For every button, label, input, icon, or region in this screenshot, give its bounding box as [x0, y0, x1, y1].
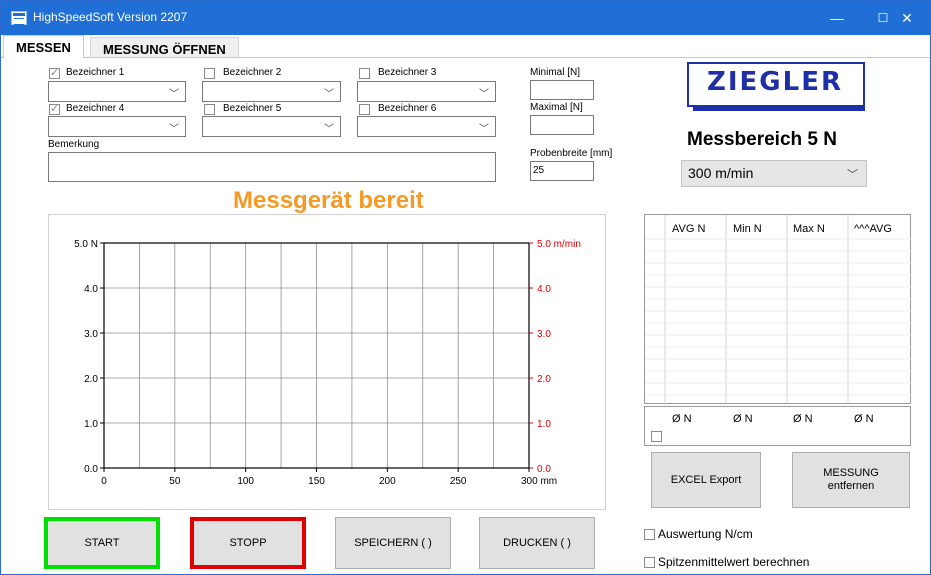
col-header-avg: AVG N — [672, 223, 706, 235]
designator-1-label: Bezeichner 1 — [66, 67, 125, 78]
x-tick-label: 200 — [379, 476, 396, 487]
remark-input[interactable] — [48, 152, 496, 182]
designator-1-checkbox[interactable] — [49, 66, 60, 79]
chevron-down-icon: ﹀ — [847, 169, 858, 181]
designator-3-label: Bezeichner 3 — [378, 67, 437, 78]
remove-measurement-button[interactable]: MESSUNG entfernen — [792, 452, 910, 508]
save-button[interactable]: SPEICHERN ( ) — [335, 517, 451, 569]
average-row: Ø N Ø N Ø N Ø N — [644, 406, 911, 446]
designator-1-select[interactable]: ﹀ — [48, 81, 186, 102]
y-right-tick-label: 5.0 m/min — [537, 239, 581, 250]
window-title: HighSpeedSoft Version 2207 — [33, 10, 188, 24]
designator-5-select[interactable]: ﹀ — [202, 116, 341, 137]
chevron-down-icon: ﹀ — [324, 89, 334, 100]
remove-measurement-line1: MESSUNG — [823, 467, 879, 479]
results-grid — [645, 215, 912, 405]
y-left-tick-label: 5.0 N — [74, 239, 98, 250]
avg-cell-3: Ø N — [793, 413, 813, 425]
avg-cell-1: Ø N — [672, 413, 692, 425]
avg-cell-4: Ø N — [854, 413, 874, 425]
peak-average-checkbox[interactable] — [644, 557, 655, 568]
average-row-checkbox[interactable] — [651, 431, 662, 442]
x-tick-label: 100 — [237, 476, 254, 487]
option-peak-average[interactable]: Spitzenmittelwert berechnen — [644, 555, 809, 569]
y-left-tick-label: 4.0 — [84, 284, 98, 295]
speed-select[interactable]: 300 m/min ﹀ — [681, 160, 867, 187]
chevron-down-icon: ﹀ — [479, 124, 489, 135]
logo-underline — [693, 106, 865, 111]
x-tick-label: 150 — [308, 476, 325, 487]
ziegler-logo: ZIEGLER — [687, 62, 865, 111]
peak-average-label: Spitzenmittelwert berechnen — [658, 555, 810, 569]
designator-2-checkbox[interactable] — [204, 68, 215, 79]
evaluation-label: Auswertung N/cm — [658, 527, 753, 541]
remove-measurement-line2: entfernen — [827, 480, 875, 492]
y-right-tick-label: 2.0 — [537, 374, 551, 385]
chevron-down-icon: ﹀ — [479, 89, 489, 100]
sample-width-label: Probenbreite [mm] — [530, 148, 613, 159]
sample-width-input[interactable]: 25 — [530, 161, 594, 181]
logo-text: ZIEGLER — [707, 67, 843, 97]
y-right-tick-label: 3.0 — [537, 329, 551, 340]
designator-4-checkbox[interactable] — [49, 102, 60, 115]
y-left-tick-label: 1.0 — [84, 419, 98, 430]
designator-2-label: Bezeichner 2 — [223, 67, 282, 78]
chevron-down-icon: ﹀ — [169, 124, 179, 135]
maximal-label: Maximal [N] — [530, 102, 583, 113]
start-button[interactable]: START — [44, 517, 160, 569]
tab-messung-oeffnen[interactable]: MESSUNG ÖFFNEN — [90, 37, 239, 58]
option-evaluation-n-per-cm[interactable]: Auswertung N/cm — [644, 527, 753, 541]
x-tick-label: 0 — [101, 476, 107, 487]
x-tick-label: 300 mm — [521, 476, 557, 487]
minimal-label: Minimal [N] — [530, 67, 581, 78]
designator-6-select[interactable]: ﹀ — [357, 116, 496, 137]
force-chart: 0.0 1.0 2.0 3.0 4.0 5.0 N 0.0 1.0 2.0 3.0 4.0 5.0 m… — [48, 214, 606, 510]
device-status: Messgerät bereit — [233, 187, 424, 214]
remark-label: Bemerkung — [48, 139, 100, 150]
x-tick-label: 50 — [169, 476, 181, 487]
avg-cell-2: Ø N — [733, 413, 753, 425]
chart-svg: 0.0 1.0 2.0 3.0 4.0 5.0 N 0.0 1.0 2.0 3.0 4.0 5.0 m… — [74, 239, 581, 487]
speed-select-value: 300 m/min — [688, 165, 754, 181]
tab-divider — [1, 57, 930, 58]
y-left-tick-label: 2.0 — [84, 374, 98, 385]
designator-4-label: Bezeichner 4 — [66, 103, 125, 114]
maximal-input[interactable] — [530, 115, 594, 135]
y-right-tick-label: 0.0 — [537, 464, 551, 475]
designator-2-select[interactable]: ﹀ — [202, 81, 341, 102]
evaluation-checkbox[interactable] — [644, 529, 655, 540]
title-bar[interactable]: HighSpeedSoft Version 2207 — ☐ ✕ — [1, 1, 930, 35]
y-left-tick-label: 3.0 — [84, 329, 98, 340]
y-right-tick-label: 4.0 — [537, 284, 551, 295]
stop-button[interactable]: STOPP — [190, 517, 306, 569]
col-header-min: Min N — [733, 223, 762, 235]
excel-export-button[interactable]: EXCEL Export — [651, 452, 761, 508]
designator-4-select[interactable]: ﹀ — [48, 116, 186, 137]
chevron-down-icon: ﹀ — [169, 89, 179, 100]
y-right-tick-label: 1.0 — [537, 419, 551, 430]
app-window: HighSpeedSoft Version 2207 — ☐ ✕ MESSEN … — [0, 0, 931, 575]
designator-5-checkbox[interactable] — [204, 104, 215, 115]
results-table[interactable]: AVG N Min N Max N ^^^AVG — [644, 214, 912, 405]
designator-3-select[interactable]: ﹀ — [357, 81, 496, 102]
minimal-input[interactable] — [530, 80, 594, 100]
col-header-max: Max N — [793, 223, 825, 235]
print-button[interactable]: DRUCKEN ( ) — [479, 517, 595, 569]
x-tick-label: 250 — [450, 476, 467, 487]
tab-bar: MESSEN MESSUNG ÖFFNEN — [1, 35, 930, 58]
col-header-peak-avg: ^^^AVG — [854, 223, 892, 235]
designator-6-label: Bezeichner 6 — [378, 103, 437, 114]
tab-messen[interactable]: MESSEN — [3, 35, 84, 58]
designator-3-checkbox[interactable] — [359, 68, 370, 79]
app-icon — [11, 11, 27, 25]
designator-6-checkbox[interactable] — [359, 104, 370, 115]
close-icon[interactable]: ✕ — [884, 1, 930, 35]
measuring-range-label: Messbereich 5 N — [687, 129, 837, 150]
chevron-down-icon: ﹀ — [324, 124, 334, 135]
y-left-tick-label: 0.0 — [84, 464, 98, 475]
minimize-icon[interactable]: — — [814, 1, 860, 35]
designator-5-label: Bezeichner 5 — [223, 103, 282, 114]
